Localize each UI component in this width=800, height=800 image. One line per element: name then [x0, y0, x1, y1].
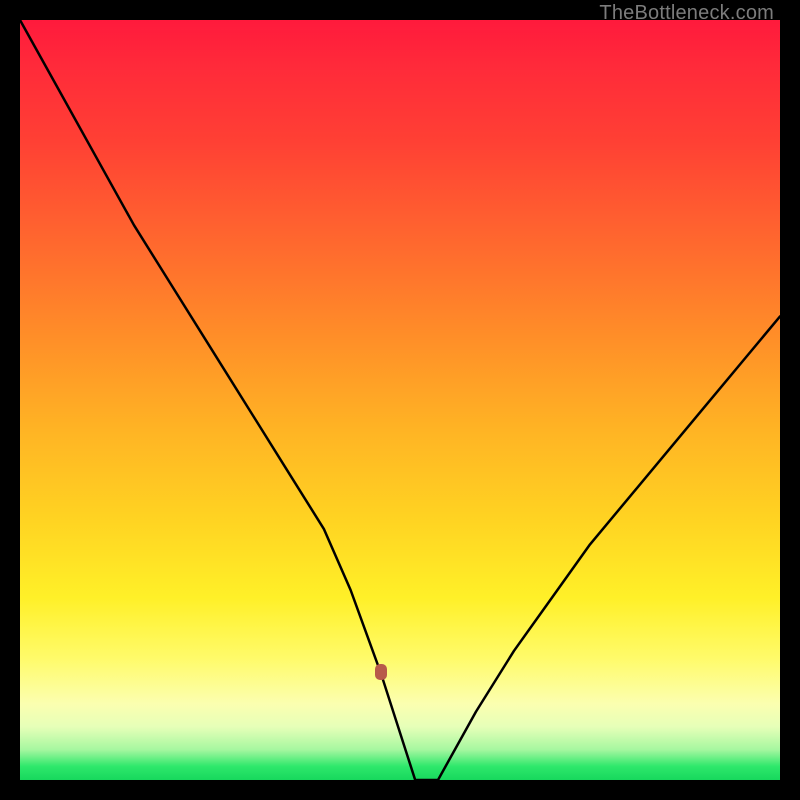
chart-root: TheBottleneck.com — [0, 0, 800, 800]
bottleneck-curve — [20, 20, 780, 780]
curve-path — [20, 20, 780, 780]
optimal-point-marker — [375, 664, 387, 680]
plot-area — [20, 20, 780, 780]
